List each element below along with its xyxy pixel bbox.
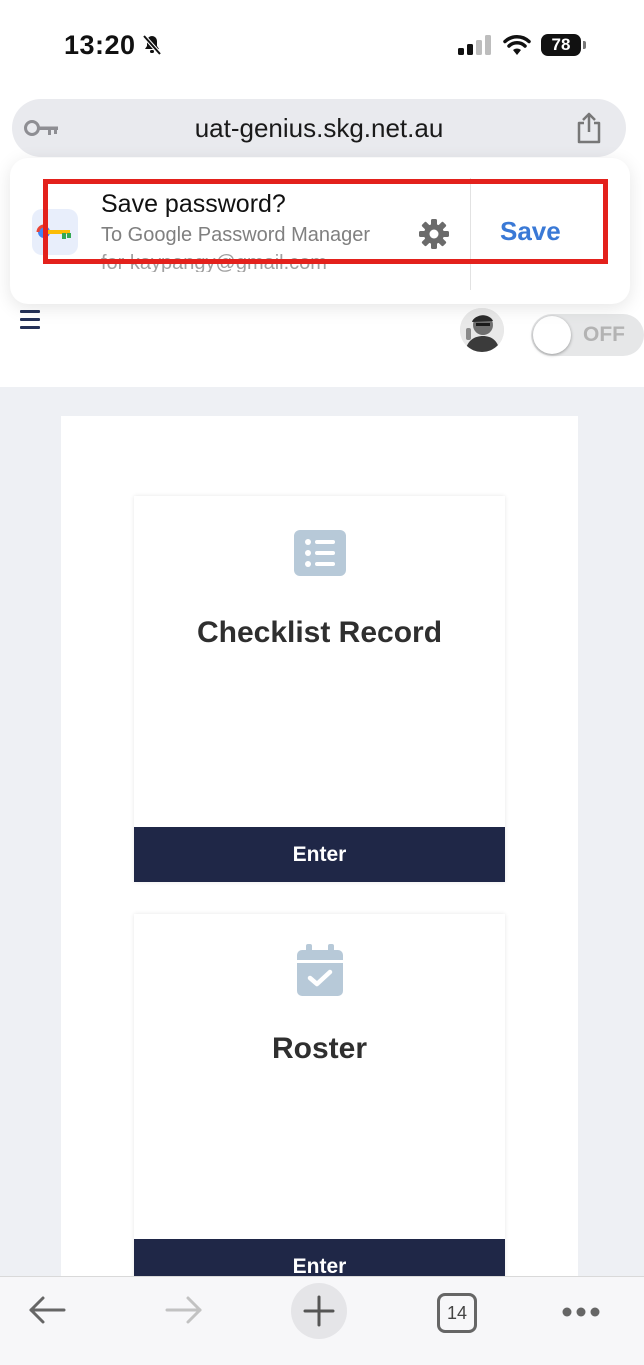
card-title: Roster <box>271 1032 368 1065</box>
card-checklist-record: Checklist Record Enter <box>134 496 505 882</box>
url-text[interactable]: uat-genius.skg.net.au <box>12 113 626 144</box>
enter-button[interactable]: Enter <box>134 827 505 882</box>
tabs-icon[interactable]: 14 <box>437 1293 477 1333</box>
more-icon[interactable] <box>561 1305 601 1323</box>
address-bar[interactable]: uat-genius.skg.net.au <box>12 99 626 157</box>
toggle-label: OFF <box>583 323 625 346</box>
hamburger-menu-icon[interactable] <box>20 310 40 334</box>
status-toggle[interactable]: OFF <box>531 314 644 356</box>
browser-toolbar: 14 <box>0 1276 644 1365</box>
card-title: Checklist Record <box>196 616 443 649</box>
signal-icon <box>458 35 492 60</box>
share-icon[interactable] <box>575 112 603 149</box>
card-roster: Roster Enter <box>134 914 505 1294</box>
calendar-check-icon <box>134 944 505 1001</box>
battery-icon: 78 <box>541 34 581 56</box>
bell-slash-icon <box>140 33 164 62</box>
back-arrow-icon[interactable] <box>28 1295 66 1330</box>
status-bar: 13:20 78 <box>0 0 644 92</box>
checklist-icon <box>134 530 505 581</box>
new-tab-button[interactable] <box>291 1283 347 1339</box>
wifi-icon <box>503 34 531 60</box>
forward-arrow-icon[interactable] <box>165 1295 203 1330</box>
avatar[interactable] <box>460 308 504 352</box>
highlight-box <box>43 179 608 264</box>
toggle-knob[interactable] <box>533 316 571 354</box>
status-time: 13:20 <box>64 30 136 60</box>
plus-icon <box>303 1295 335 1327</box>
battery-tip <box>583 41 586 49</box>
